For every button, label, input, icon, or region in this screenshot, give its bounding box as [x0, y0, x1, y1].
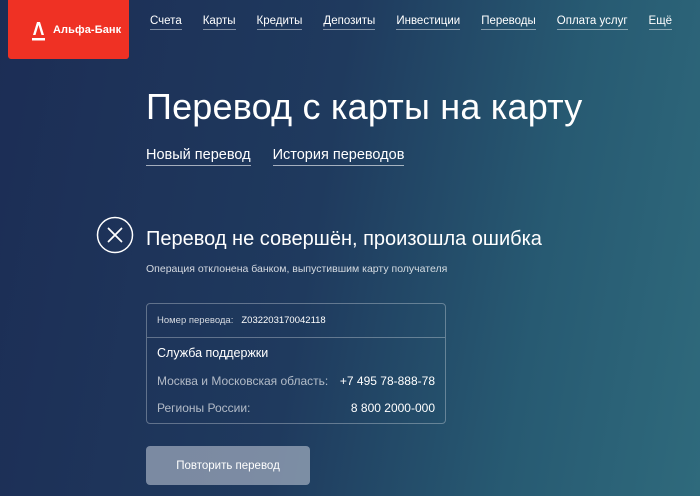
- page-title: Перевод с карты на карту: [146, 86, 583, 127]
- nav-item-cards[interactable]: Карты: [202, 14, 236, 30]
- top-navigation: Счета Карты Кредиты Депозиты Инвестиции …: [150, 14, 693, 30]
- error-title: Перевод не совершён, произошла ошибка: [146, 228, 542, 250]
- nav-item-more[interactable]: Ещё: [648, 14, 673, 30]
- tab-new-transfer[interactable]: Новый перевод: [146, 146, 251, 166]
- transfer-number-label: Номер перевода:: [157, 315, 234, 326]
- nav-item-accounts[interactable]: Счета: [150, 14, 182, 30]
- retry-transfer-button[interactable]: Повторить перевод: [146, 446, 310, 485]
- support-region-label: Регионы России:: [157, 401, 251, 415]
- support-row-regions: Регионы России: 8 800 2000-000: [157, 401, 435, 415]
- nav-item-deposits[interactable]: Депозиты: [323, 14, 376, 30]
- nav-item-payments[interactable]: Оплата услуг: [556, 14, 628, 30]
- close-circle-icon: [96, 216, 134, 254]
- support-phone[interactable]: +7 495 78-888-78: [340, 374, 435, 388]
- alfa-bank-logo[interactable]: Альфа-Банк: [8, 0, 129, 59]
- brand-name: Альфа-Банк: [53, 23, 122, 36]
- support-phone[interactable]: 8 800 2000-000: [351, 401, 435, 415]
- transfer-number-value: Z032203170042118: [241, 315, 326, 326]
- transfer-number-row: Номер перевода: Z032203170042118: [147, 304, 445, 338]
- nav-item-transfers[interactable]: Переводы: [481, 14, 536, 30]
- transfer-info-card: Номер перевода: Z032203170042118 Служба …: [146, 303, 446, 424]
- alfa-logo-icon: [32, 21, 45, 40]
- nav-item-investments[interactable]: Инвестиции: [396, 14, 461, 30]
- support-title: Служба поддержки: [157, 346, 269, 360]
- support-region-label: Москва и Московская область:: [157, 374, 329, 388]
- nav-item-credits[interactable]: Кредиты: [256, 14, 303, 30]
- tab-transfer-history[interactable]: История переводов: [272, 146, 405, 166]
- error-description: Операция отклонена банком, выпустившим к…: [146, 263, 448, 275]
- transfer-tabs: Новый перевод История переводов: [146, 146, 426, 166]
- support-row-moscow: Москва и Московская область: +7 495 78-8…: [157, 374, 435, 388]
